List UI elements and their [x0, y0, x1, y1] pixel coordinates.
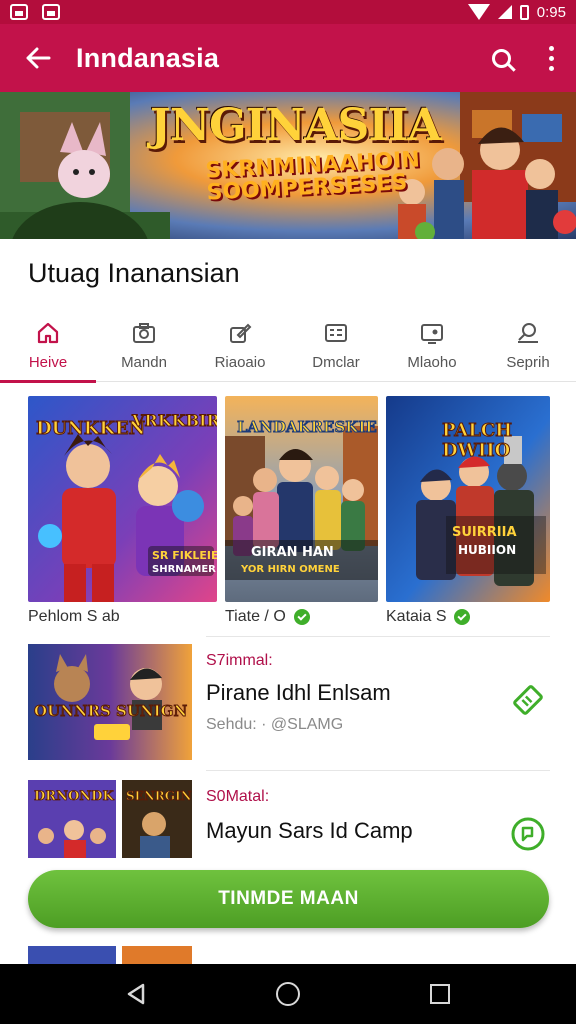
back-button[interactable]	[0, 24, 76, 92]
tab-label: Seprih	[506, 354, 550, 371]
page-title: Utuag Inanansian	[28, 258, 240, 288]
thumb-art-title-2: SENRGIN	[126, 789, 192, 803]
thumb-art-title: OUNNRS	[34, 702, 111, 720]
thumb-art-title-2: SUNIGN	[116, 702, 187, 720]
ticket-icon	[513, 685, 543, 715]
nav-home-icon	[276, 982, 300, 1006]
list-item-title: Mayun Sars Id Camp	[206, 818, 413, 843]
divider	[206, 636, 550, 637]
card-art-caption: SUIRRIIA	[452, 525, 517, 540]
tab-label: Mandn	[121, 354, 167, 371]
search-person-icon	[515, 320, 541, 346]
game-card[interactable]: DUNKKEN VRKKBIRE SR FIKLEIE SHRNAMER	[28, 396, 217, 602]
tab-list[interactable]: Dmclar	[288, 310, 384, 382]
game-card[interactable]: PALCH DWIIO SUIRRIIA HUBIION	[386, 396, 550, 602]
promo-banner[interactable]: JNGINASIIA SKRNMINAAHOIN SOOMPERSESES	[0, 92, 576, 240]
game-card-art: DUNKKEN VRKKBIRE SR FIKLEIE SHRNAMER	[28, 396, 217, 602]
tv-icon	[419, 320, 445, 346]
game-card-art: PALCH DWIIO SUIRRIIA HUBIION	[386, 396, 550, 602]
game-card-label: Kataia S	[386, 608, 471, 626]
card-art-title-2: VRKKBIRE	[131, 411, 217, 430]
list-icon	[323, 320, 349, 346]
nav-back-icon	[127, 983, 145, 1005]
tab-edit[interactable]: Riaoaio	[192, 310, 288, 382]
verified-check-icon	[454, 609, 471, 625]
list-item-meta: Sehdu: · @SLAMG	[206, 716, 344, 733]
card-art-caption: GIRAN HAN	[251, 545, 334, 560]
card-art-title: LANDAKRESKIE	[237, 418, 377, 436]
list-item[interactable]: OUNNRS SUNIGN S7immal: Pirane Idhl Enlsa…	[28, 644, 550, 764]
list-item-peek	[28, 946, 192, 964]
game-card-label: Tiate / O	[225, 608, 310, 626]
camera-icon	[131, 320, 157, 346]
list-item-title: Pirane Idhl Enlsam	[206, 680, 391, 705]
app-title: Inndanasia	[76, 42, 220, 73]
search-icon	[491, 48, 511, 68]
thumb-art-title: DRNONDK	[34, 789, 114, 804]
list-item-thumbnail: DRNONDK SENRGIN	[28, 780, 192, 858]
list-item[interactable]: DRNONDK SENRGIN S0Matal: Mayun Sars Id C…	[28, 780, 550, 860]
nav-recents-icon	[430, 984, 450, 1004]
card-art-caption-2: YOR HIRN OMENE	[240, 564, 340, 575]
more-vert-icon	[548, 45, 554, 71]
card-art-title: DUNKKEN	[36, 418, 145, 439]
game-card[interactable]: LANDAKRESKIE GIRAN HAN YOR HIRN OMENE	[225, 396, 378, 602]
wifi-icon	[467, 4, 490, 20]
card-art-title: PALCH	[442, 420, 512, 441]
game-card-art: LANDAKRESKIE GIRAN HAN YOR HIRN OMENE	[225, 396, 378, 602]
list-item-thumbnail: OUNNRS SUNIGN	[28, 644, 192, 760]
status-time: 0:95	[536, 3, 566, 21]
arrow-left-icon	[26, 47, 51, 69]
cta-container: TINMDE MAAN	[0, 858, 576, 942]
game-card-title: Tiate / O	[225, 608, 286, 625]
nav-recents-button[interactable]	[420, 974, 460, 1014]
card-art-caption: SR FIKLEIE	[152, 549, 217, 562]
game-card-label: Pehlom S ab	[28, 608, 120, 626]
banner-title: JNGINASIIA	[150, 100, 442, 151]
list-item-tag: S7immal:	[206, 652, 273, 669]
primary-action-button[interactable]: TINMDE MAAN	[28, 870, 549, 928]
tab-label: Mlaoho	[407, 354, 457, 371]
game-card-title: Kataia S	[386, 608, 447, 625]
tab-label: Riaoaio	[214, 354, 266, 371]
tab-label: Dmclar	[312, 354, 360, 371]
search-button[interactable]	[476, 24, 526, 92]
battery-icon	[519, 4, 529, 20]
card-art-caption-2: SHRNAMER	[152, 564, 216, 575]
divider	[206, 770, 550, 771]
tab-tv[interactable]: Mlaoho	[384, 310, 480, 382]
list-item-tag: S0Matal:	[206, 788, 270, 805]
notification-image-icon	[10, 4, 28, 20]
tab-label: Heive	[28, 354, 68, 371]
verified-check-icon	[293, 609, 310, 625]
status-bar: 0:95	[0, 0, 576, 24]
category-tabs: Heive Mandn Riaoaio Dmclar Mlaoho Seprih	[0, 310, 576, 383]
edit-icon	[227, 320, 253, 346]
chat-button[interactable]	[510, 816, 546, 852]
game-card-title: Pehlom S ab	[28, 608, 120, 625]
signal-icon	[497, 5, 512, 19]
app-screen: 0:95 Inndanasia JNGINASIIA SKRNMINAAHOIN…	[0, 0, 576, 1024]
card-art-title-2: DWIIO	[442, 440, 510, 461]
tab-camera[interactable]: Mandn	[96, 310, 192, 382]
notification-photo-icon	[42, 4, 60, 20]
overflow-menu-button[interactable]	[526, 24, 576, 92]
chat-icon	[511, 817, 545, 851]
nav-back-button[interactable]	[116, 974, 156, 1014]
tab-search-person[interactable]: Seprih	[480, 310, 576, 382]
tab-home[interactable]: Heive	[0, 310, 96, 383]
home-icon	[35, 320, 61, 346]
nav-home-button[interactable]	[268, 974, 308, 1014]
ticket-button[interactable]	[510, 682, 546, 718]
system-nav-bar	[0, 964, 576, 1024]
card-art-caption-2: HUBIION	[458, 543, 516, 557]
app-bar: Inndanasia	[0, 24, 576, 92]
